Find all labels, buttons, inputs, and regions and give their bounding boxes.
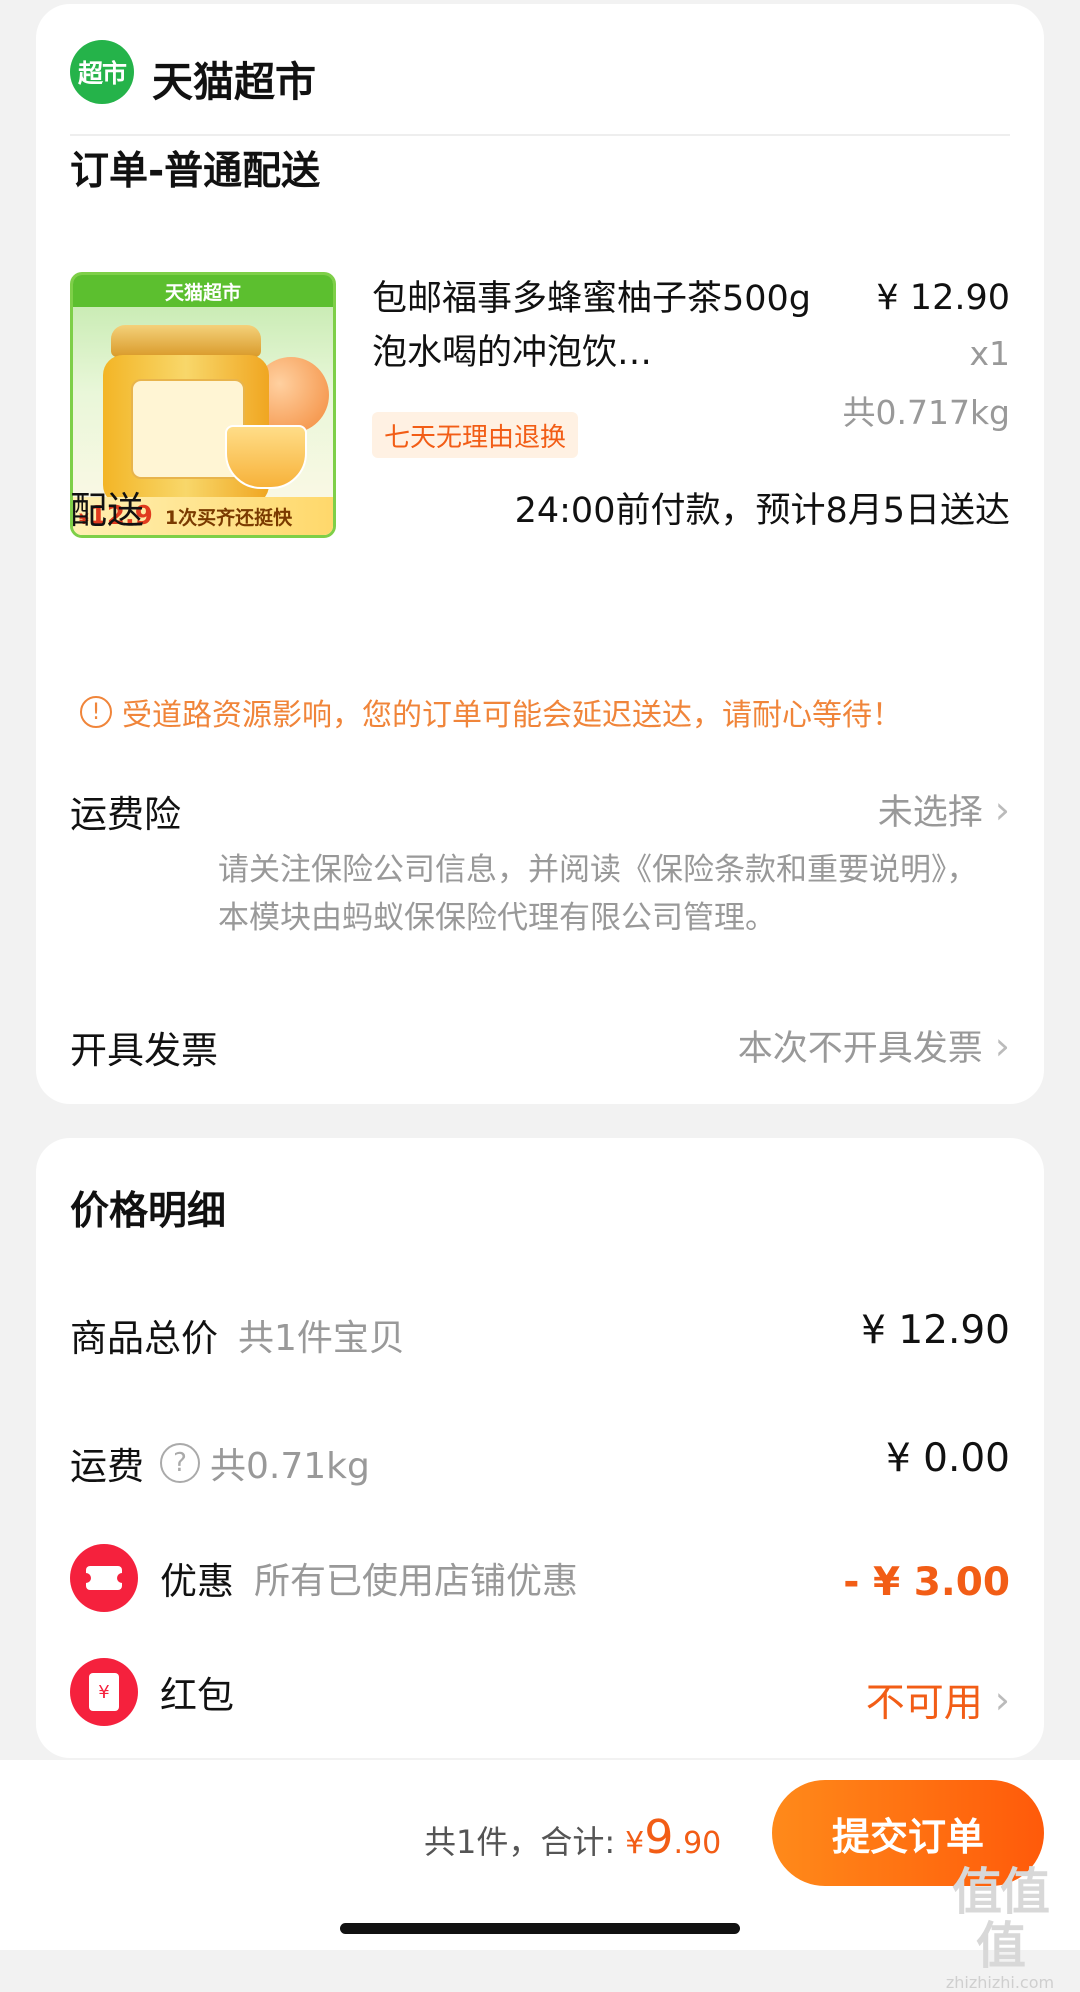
price-detail-title: 价格明细 xyxy=(70,1189,227,1234)
shipping-fee-label: 运费 xyxy=(70,1445,144,1488)
discount-label: 优惠 xyxy=(160,1560,234,1603)
shipping-fee-value: ¥ 0.00 xyxy=(885,1436,1010,1481)
product-price: ¥ 12.90 xyxy=(876,278,1010,318)
divider xyxy=(70,134,1010,136)
warning-text: 受道路资源影响，您的订单可能会延迟送达，请耐心等待！ xyxy=(122,698,902,733)
shipping-insurance-value: 未选择 xyxy=(877,793,983,833)
image-top-banner: 天猫超市 xyxy=(73,275,333,307)
store-name[interactable]: 天猫超市 xyxy=(152,48,316,108)
discount-value[interactable]: - ¥ 3.00 xyxy=(843,1560,1010,1605)
discount-sub: 所有已使用店铺优惠 xyxy=(254,1561,579,1602)
red-packet-value: 不可用 xyxy=(865,1681,983,1726)
goods-total-value: ¥ 12.90 xyxy=(861,1308,1010,1353)
site-watermark: 值值值 zhizhizhi.com xyxy=(945,1863,1055,1992)
order-card: 超市 天猫超市 订单-普通配送 天猫超市 ¥12.9 1次买齐还挺快 包邮福事多… xyxy=(36,4,1044,1104)
total-label: 合计: xyxy=(540,1823,616,1861)
delivery-label: 配送 xyxy=(70,489,144,532)
red-packet-icon: ¥ xyxy=(70,1658,138,1726)
cup-graphic xyxy=(225,425,307,489)
product-quantity: x1 xyxy=(969,334,1010,373)
goods-total-sub: 共1件宝贝 xyxy=(238,1318,405,1359)
image-slogan: 1次买齐还挺快 xyxy=(164,506,293,529)
shipping-fee-label-group: 运费 ? 共0.71kg xyxy=(70,1436,370,1490)
shipping-insurance-selector[interactable]: 未选择 › xyxy=(878,784,1010,835)
item-count: 共1件， xyxy=(424,1823,541,1861)
return-policy-badge: 七天无理由退换 xyxy=(372,412,579,458)
shipping-insurance-label: 运费险 xyxy=(70,793,181,836)
store-logo: 超市 xyxy=(70,40,134,104)
invoice-label: 开具发票 xyxy=(70,1029,218,1072)
chevron-right-icon: › xyxy=(994,1023,1010,1068)
coupon-icon xyxy=(70,1544,138,1612)
red-packet-label-group: ¥ 红包 xyxy=(70,1658,234,1726)
order-summary: 共1件， 合计: ¥9.90 xyxy=(424,1810,721,1864)
warning-icon: ! xyxy=(80,696,112,728)
order-section-title: 订单-普通配送 xyxy=(70,149,321,194)
discount-label-group: 优惠 所有已使用店铺优惠 xyxy=(70,1544,578,1612)
chevron-right-icon: › xyxy=(994,1678,1010,1722)
chevron-right-icon: › xyxy=(994,787,1010,832)
red-packet-selector[interactable]: 不可用 › xyxy=(866,1672,1010,1728)
red-packet-label: 红包 xyxy=(160,1674,234,1717)
invoice-selector[interactable]: 本次不开具发票 › xyxy=(738,1020,1010,1071)
jar-lid-graphic xyxy=(111,325,261,357)
price-detail-card: 价格明细 商品总价 共1件宝贝 ¥ 12.90 运费 ? 共0.71kg ¥ 0… xyxy=(36,1138,1044,1758)
delay-warning: ! 受道路资源影响，您的订单可能会延迟送达，请耐心等待！ xyxy=(80,690,902,734)
product-title[interactable]: 包邮福事多蜂蜜柚子茶500g泡水喝的冲泡饮… xyxy=(372,272,832,380)
shipping-fee-sub: 共0.71kg xyxy=(210,1446,370,1487)
help-icon[interactable]: ? xyxy=(160,1443,200,1483)
total-amount: ¥9.90 xyxy=(625,1810,722,1864)
goods-total-label-group: 商品总价 共1件宝贝 xyxy=(70,1308,405,1362)
delivery-value: 24:00前付款，预计8月5日送达 xyxy=(514,491,1010,531)
product-weight: 共0.717kg xyxy=(842,393,1010,432)
insurance-description[interactable]: 请关注保险公司信息，并阅读《保险条款和重要说明》，本模块由蚂蚁保保险代理有限公司… xyxy=(218,846,998,942)
home-indicator[interactable] xyxy=(340,1923,740,1934)
invoice-value: 本次不开具发票 xyxy=(737,1029,983,1069)
goods-total-label: 商品总价 xyxy=(70,1317,218,1360)
